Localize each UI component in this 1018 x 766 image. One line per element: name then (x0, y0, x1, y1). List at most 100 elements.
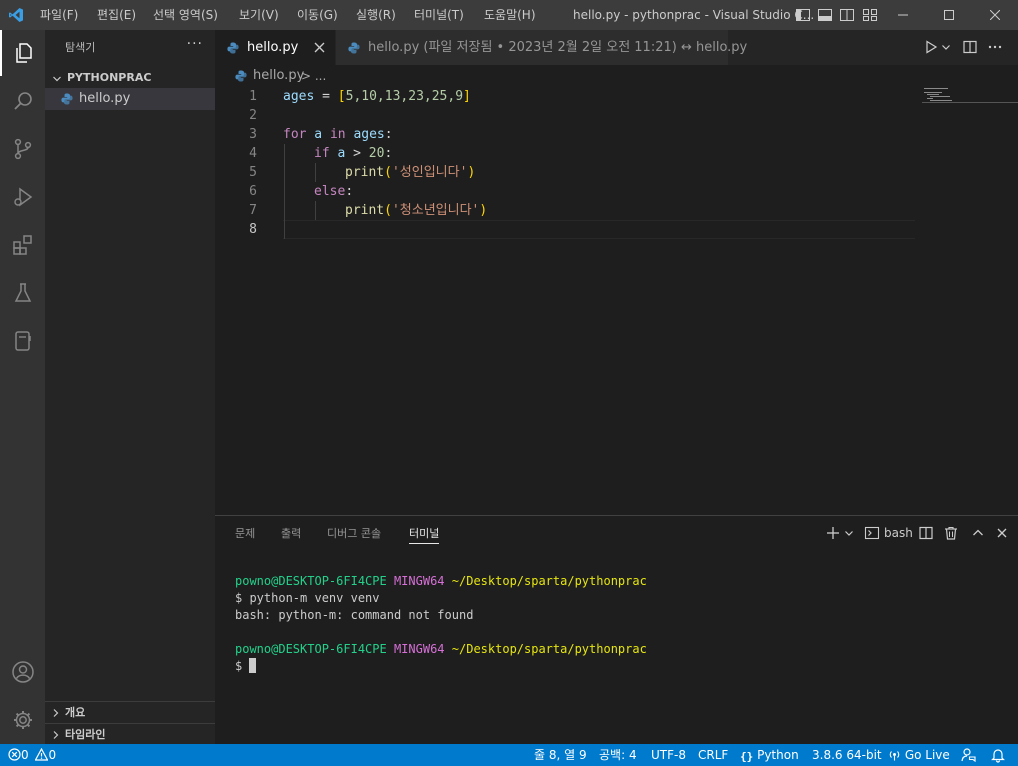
code-token: else (314, 184, 346, 199)
terminal-system: MINGW64 (393, 642, 445, 656)
code-token: ) (479, 203, 488, 218)
maximize-panel-icon[interactable] (970, 525, 986, 541)
trash-icon[interactable] (943, 525, 959, 541)
code-token: print (345, 165, 385, 180)
search-icon[interactable] (0, 78, 45, 124)
chevron-down-icon[interactable] (941, 39, 951, 55)
code-token: '성인입니다' (391, 165, 468, 180)
minimize-icon[interactable] (880, 0, 926, 30)
python-interpreter[interactable]: 3.8.6 64-bit (812, 744, 882, 766)
vscode-logo-icon (8, 7, 24, 23)
chevron-down-icon[interactable] (844, 525, 854, 541)
menu-selection[interactable]: 선택 영역(S) (153, 0, 218, 30)
menu-run[interactable]: 실행(R) (356, 0, 396, 30)
menu-terminal[interactable]: 터미널(T) (414, 0, 464, 30)
python-file-icon (348, 42, 360, 54)
terminal-input-line[interactable]: $ (235, 658, 257, 675)
code-line-4: if a > 20: (314, 144, 392, 163)
code-token: if (314, 146, 330, 161)
tab-hello-py[interactable]: hello.py (215, 30, 335, 65)
feedback-icon[interactable] (961, 747, 977, 766)
code-token: > (353, 146, 369, 161)
close-tab-icon[interactable] (314, 42, 326, 54)
code-token: '청소년입니다' (391, 203, 480, 218)
terminal-shell-label[interactable]: bash (884, 516, 913, 551)
code-token: ages (345, 127, 385, 142)
code-token: 20 (368, 146, 385, 161)
extensions-icon[interactable] (0, 222, 45, 268)
code-editor[interactable]: 1 2 3 4 5 6 7 8 ages = [5,10,13,23,25,9]… (215, 87, 1018, 515)
tab-terminal[interactable]: 터미널 (409, 516, 440, 544)
python-file-icon (227, 42, 239, 54)
breadcrumb-separator[interactable]: > ... (301, 65, 326, 87)
more-actions-icon[interactable]: ··· (187, 36, 203, 52)
terminal-user: powno@DESKTOP-6FI4CPE (235, 574, 387, 588)
outline-section[interactable]: 개요 (45, 701, 215, 723)
breadcrumb-file[interactable]: hello.py (253, 65, 304, 87)
menu-edit[interactable]: 편집(E) (97, 0, 136, 30)
minimap[interactable] (922, 87, 1018, 107)
code-token: a (329, 146, 354, 161)
toggle-sidebar-icon[interactable] (795, 7, 811, 23)
python-file-icon (235, 70, 247, 82)
new-terminal-icon[interactable] (825, 525, 841, 541)
tab-label: hello.py (247, 40, 299, 55)
explorer-icon[interactable] (0, 30, 45, 76)
source-control-icon[interactable] (0, 126, 45, 172)
terminal-prompt-line: powno@DESKTOP-6FI4CPE MINGW64 ~/Desktop/… (235, 641, 647, 658)
menu-view[interactable]: 보기(V) (239, 0, 279, 30)
code-token: ( (384, 203, 392, 218)
go-live-button[interactable]: Go Live (888, 744, 950, 766)
line-number: 2 (249, 108, 257, 123)
activity-bar (0, 30, 45, 744)
close-icon[interactable] (972, 0, 1018, 30)
line-ending[interactable]: CRLF (698, 744, 728, 766)
close-panel-icon[interactable] (994, 525, 1010, 541)
code-line-1: ages = [5,10,13,23,25,9] (283, 87, 471, 106)
tab-debug-console[interactable]: 디버그 콘솔 (327, 516, 381, 551)
problems-indicator[interactable]: 0 0 (8, 744, 56, 766)
account-icon[interactable] (0, 649, 45, 695)
encoding[interactable]: UTF-8 (651, 744, 686, 766)
menu-file[interactable]: 파일(F) (40, 0, 78, 30)
terminal-system: MINGW64 (393, 574, 445, 588)
tab-label: hello.py (파일 저장됨 • 2023년 2월 2일 오전 11:21)… (368, 40, 748, 55)
layout-icon[interactable] (839, 7, 855, 23)
menu-help[interactable]: 도움말(H) (484, 0, 536, 30)
indentation[interactable]: 공백: 4 (599, 744, 637, 766)
run-file-icon[interactable] (923, 39, 939, 55)
code-token: [ (337, 89, 346, 104)
tab-output[interactable]: 출력 (281, 516, 301, 551)
notifications-bell-icon[interactable] (990, 747, 1006, 766)
language-mode[interactable]: {} Python (740, 744, 799, 766)
folder-pythonprac[interactable]: PYTHONPRAC (45, 67, 215, 89)
split-terminal-icon[interactable] (918, 525, 934, 541)
window-title: hello.py - pythonprac - Visual Studio C.… (573, 8, 815, 22)
timeline-section[interactable]: 타임라인 (45, 723, 215, 745)
toggle-panel-icon[interactable] (817, 7, 833, 23)
warning-icon (35, 748, 49, 761)
run-debug-icon[interactable] (0, 174, 45, 220)
maximize-icon[interactable] (926, 0, 972, 30)
cursor-position[interactable]: 줄 8, 열 9 (534, 744, 587, 766)
terminal-cursor (249, 658, 257, 673)
testing-icon[interactable] (0, 270, 45, 316)
code-token: print (345, 203, 385, 218)
bottom-panel: 문제 출력 디버그 콘솔 터미널 bash powno@DESKTOP-6FI4… (215, 515, 1018, 744)
status-bar: 0 0 줄 8, 열 9 공백: 4 UTF-8 CRLF {} Python … (0, 744, 1018, 766)
notebook-icon[interactable] (0, 318, 45, 364)
error-count: 0 (21, 748, 29, 762)
warning-count: 0 (48, 748, 57, 762)
menu-go[interactable]: 이동(G) (297, 0, 338, 30)
customize-layout-icon[interactable] (862, 7, 878, 23)
more-actions-icon[interactable] (987, 39, 1003, 55)
code-token: ) (467, 165, 476, 180)
terminal-dollar: $ (235, 659, 250, 673)
tab-problems[interactable]: 문제 (235, 516, 255, 551)
code-token: = (314, 89, 338, 104)
split-editor-icon[interactable] (962, 39, 978, 55)
tab-hello-py-diff[interactable]: hello.py (파일 저장됨 • 2023년 2월 2일 오전 11:21)… (336, 30, 747, 65)
settings-gear-icon[interactable] (0, 697, 45, 743)
terminal-shell-icon[interactable] (864, 525, 880, 541)
file-item-hello-py[interactable]: hello.py (45, 88, 215, 110)
